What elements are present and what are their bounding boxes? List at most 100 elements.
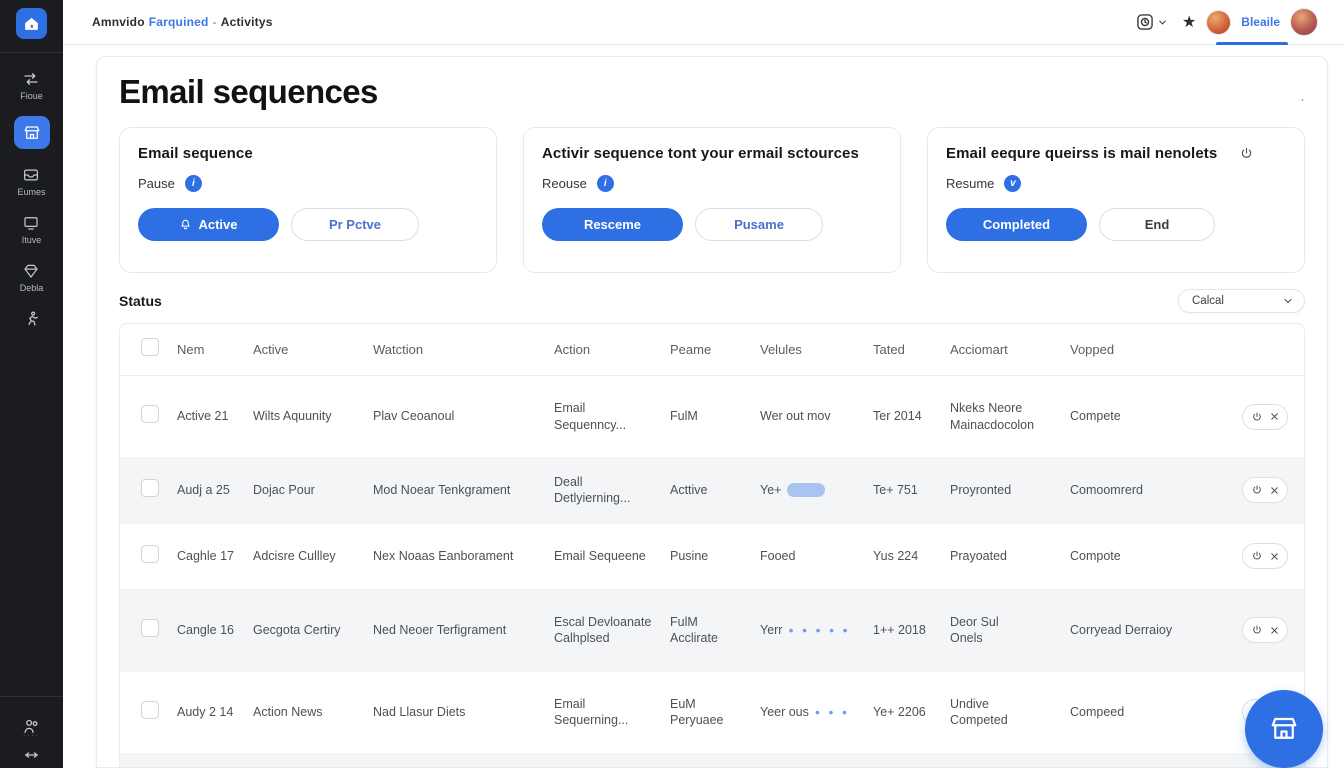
avatar[interactable] bbox=[1206, 10, 1231, 35]
sidebar-item-debla[interactable]: Debla bbox=[20, 262, 44, 293]
star-icon[interactable]: ★ bbox=[1182, 12, 1196, 32]
table-row: Active 21 Wilts Aquunity Plav Ceoanoul E… bbox=[120, 376, 1304, 458]
cell-vopped: Corryead Derraioy bbox=[1070, 622, 1211, 638]
cell-tated: 1++ 2018 bbox=[873, 622, 950, 638]
cell-velules: Yerr ● ● ● ● ● bbox=[760, 622, 873, 638]
row-actions-button[interactable] bbox=[1242, 404, 1288, 430]
cell-action: Email Sequerning... bbox=[554, 696, 670, 729]
cell-action: Email Sequeene bbox=[554, 548, 670, 564]
row-actions-button[interactable] bbox=[1242, 543, 1288, 569]
cell-active: Wilts Aquunity bbox=[253, 408, 373, 424]
card-title: Email eequre queirss is mail nenolets bbox=[946, 145, 1217, 162]
cell-nem: Cangle 16 bbox=[177, 622, 253, 638]
home-icon bbox=[23, 15, 40, 32]
row-checkbox[interactable] bbox=[141, 405, 159, 423]
cell-acciomart: Deor Sul Onels bbox=[950, 598, 1070, 663]
cell-nem: Active 21 bbox=[177, 408, 253, 424]
end-button[interactable]: End bbox=[1099, 208, 1215, 241]
inbox-icon bbox=[22, 166, 40, 184]
cell-nem: Audj a 25 bbox=[177, 482, 253, 498]
cell-peame: Acttive bbox=[670, 482, 760, 498]
pactive-button[interactable]: Pr Pctve bbox=[291, 208, 419, 241]
sidebar-item-sequences-active[interactable] bbox=[14, 116, 50, 149]
cell-nem: Audy 2 14 bbox=[177, 704, 253, 720]
power-icon bbox=[1251, 624, 1263, 636]
sidebar-item-runner[interactable] bbox=[23, 310, 41, 328]
breadcrumb[interactable]: AmnvidoFarquined-Activitys bbox=[92, 15, 273, 29]
toggle-label: Reouse bbox=[542, 176, 587, 191]
floating-action-button[interactable] bbox=[1245, 690, 1323, 768]
col-vopped: Vopped bbox=[1070, 342, 1211, 357]
page-title: Email sequences bbox=[119, 73, 378, 111]
store-icon bbox=[23, 124, 41, 142]
card-email-sequence: Email sequence Pause i Active bbox=[119, 127, 497, 273]
row-checkbox[interactable] bbox=[141, 619, 159, 637]
select-all-checkbox[interactable] bbox=[141, 338, 159, 356]
title-overflow-dot[interactable]: · bbox=[1300, 91, 1305, 108]
status-filter-select[interactable]: Calcal bbox=[1178, 289, 1305, 313]
toggle-label: Pause bbox=[138, 176, 175, 191]
breadcrumb-part2[interactable]: Farquined bbox=[149, 15, 209, 29]
cell-nem: Caghle 17 bbox=[177, 548, 253, 564]
chevron-down-icon bbox=[1157, 17, 1168, 28]
swap-arrows-icon[interactable] bbox=[23, 748, 40, 762]
history-menu-button[interactable] bbox=[1135, 12, 1168, 32]
sidebar-item-eumes[interactable]: Eumes bbox=[17, 166, 45, 197]
screen-icon bbox=[22, 214, 40, 232]
cell-watction: Ned Neoer Terfigrament bbox=[373, 622, 554, 638]
row-checkbox[interactable] bbox=[141, 545, 159, 563]
user-name[interactable]: Bleaile bbox=[1241, 15, 1280, 29]
power-icon bbox=[1251, 484, 1263, 496]
table-row: Audy 2 14 Action News Nad Llasur Diets E… bbox=[120, 672, 1304, 754]
cell-peame: FulM Acclirate bbox=[670, 614, 760, 647]
gem-icon bbox=[22, 262, 40, 280]
app-window: Fioue Eumes Ituve Debla bbox=[0, 0, 1344, 768]
cell-vopped: Compote bbox=[1070, 548, 1211, 564]
sequences-table: Nem Active Watction Action Peame Velules… bbox=[119, 323, 1305, 768]
close-icon bbox=[1269, 625, 1280, 636]
info-icon[interactable]: i bbox=[597, 175, 614, 192]
sidebar-item-label: Ituve bbox=[22, 235, 42, 245]
pause-button[interactable]: Pusame bbox=[695, 208, 823, 241]
toggle-label: Resume bbox=[946, 176, 994, 191]
pagination-dots: ···· bbox=[23, 732, 40, 739]
card-activity-sequence: Activir sequence tont your ermail sctour… bbox=[523, 127, 901, 273]
row-actions-button[interactable] bbox=[1242, 477, 1288, 503]
cell-velules: Wer out mov bbox=[760, 408, 873, 424]
row-actions-button[interactable] bbox=[1242, 617, 1288, 643]
store-icon bbox=[1269, 714, 1299, 744]
cell-velules: Yeer ous ● ● ● bbox=[760, 704, 873, 720]
completed-button[interactable]: Completed bbox=[946, 208, 1087, 241]
close-icon bbox=[1269, 551, 1280, 562]
card-title: Email sequence bbox=[138, 145, 253, 162]
cell-velules: Ye+ bbox=[760, 482, 873, 498]
power-icon[interactable] bbox=[1239, 146, 1254, 161]
row-checkbox[interactable] bbox=[141, 701, 159, 719]
table-row: Cangle 16 Gecgota Certiry Ned Neoer Terf… bbox=[120, 590, 1304, 672]
cell-vopped: Compeed bbox=[1070, 704, 1211, 720]
breadcrumb-part1: Amnvido bbox=[92, 15, 145, 29]
button-label: Active bbox=[198, 217, 237, 232]
col-active: Active bbox=[253, 342, 373, 357]
home-button[interactable] bbox=[16, 8, 47, 39]
sidebar: Fioue Eumes Ituve Debla bbox=[0, 0, 63, 768]
info-icon[interactable]: i bbox=[185, 175, 202, 192]
check-icon[interactable]: v bbox=[1004, 175, 1021, 192]
active-button[interactable]: Active bbox=[138, 208, 279, 241]
col-velules: Velules bbox=[760, 342, 873, 357]
row-checkbox[interactable] bbox=[141, 479, 159, 497]
col-peame: Peame bbox=[670, 342, 760, 357]
summary-cards: Email sequence Pause i Active bbox=[119, 127, 1305, 273]
cell-velules: Fooed bbox=[760, 548, 873, 564]
avatar[interactable] bbox=[1290, 8, 1318, 36]
close-icon bbox=[1269, 411, 1280, 422]
topbar: AmnvidoFarquined-Activitys ★ Bleaile bbox=[63, 0, 1344, 45]
resume-button[interactable]: Resceme bbox=[542, 208, 683, 241]
close-icon bbox=[1269, 485, 1280, 496]
cell-active: Action News bbox=[253, 704, 373, 720]
card-email-queries: Email eequre queirss is mail nenolets Re… bbox=[927, 127, 1305, 273]
sidebar-item-ituve[interactable]: Ituve bbox=[22, 214, 42, 245]
col-action: Action bbox=[554, 342, 670, 357]
cell-acciomart: Competed Cumpeted bbox=[950, 762, 1070, 768]
sidebar-item-fioue[interactable]: Fioue bbox=[20, 70, 43, 101]
